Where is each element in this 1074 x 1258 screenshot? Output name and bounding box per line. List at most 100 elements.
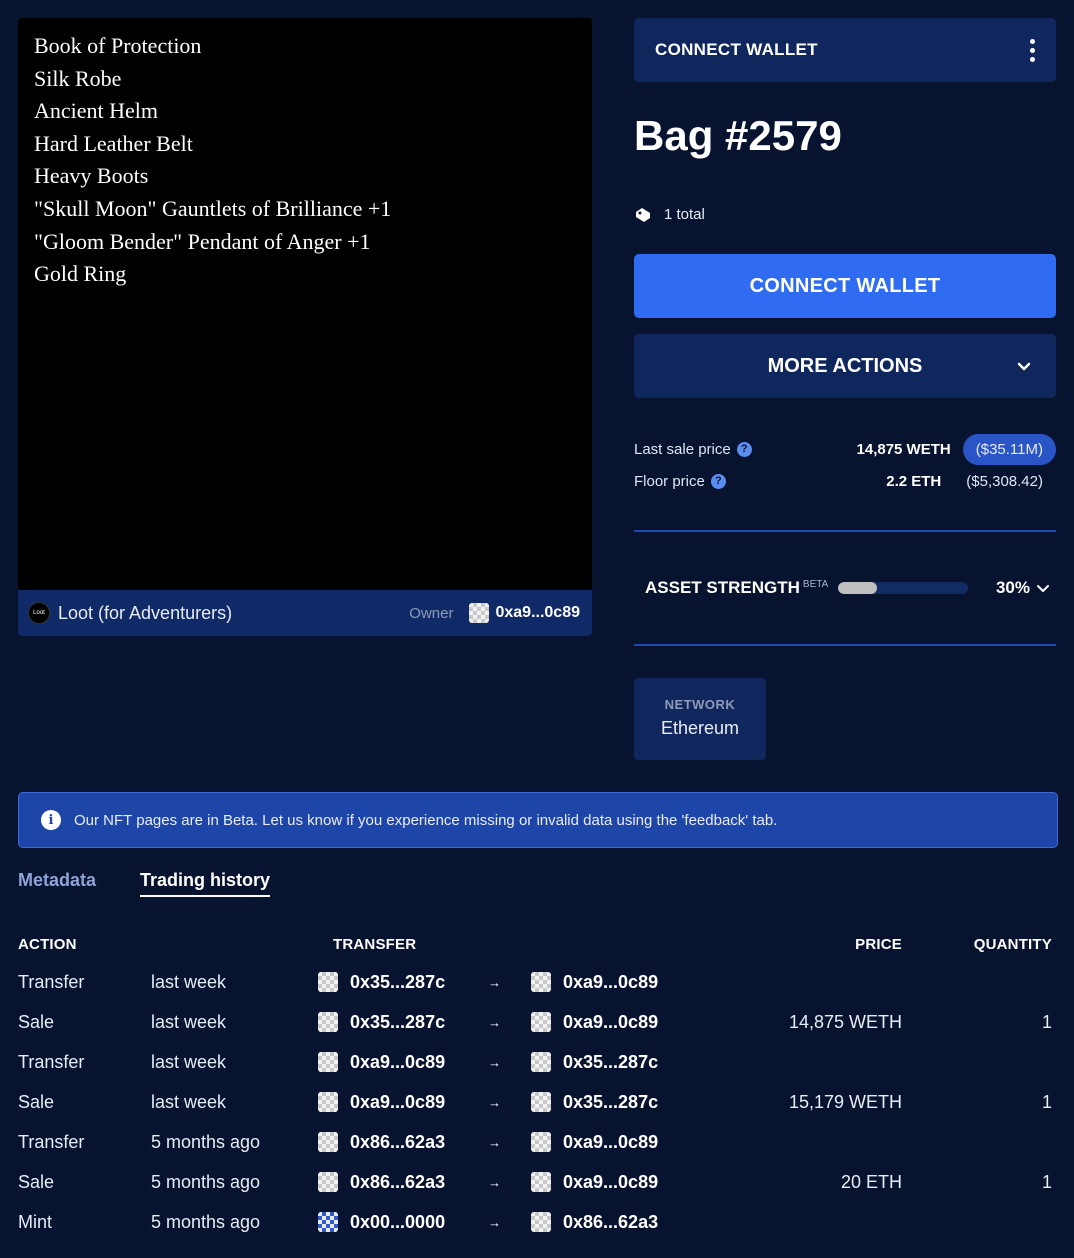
quantity-cell: 1: [1041, 1171, 1052, 1192]
floor-price-row: Floor price ? 2.2 ETH ($5,308.42): [634, 465, 1056, 497]
address-avatar-icon: [318, 1092, 338, 1112]
to-address[interactable]: 0x35...287c: [563, 1092, 658, 1113]
to-address[interactable]: 0xa9...0c89: [563, 1172, 658, 1193]
arrow-right-icon: →: [488, 974, 501, 990]
from-address[interactable]: 0x00...0000: [350, 1212, 445, 1233]
time-cell[interactable]: last week: [151, 1002, 226, 1042]
address-avatar-icon: [318, 1132, 338, 1152]
floor-price-label: Floor price: [634, 472, 705, 490]
connect-wallet-button[interactable]: CONNECT WALLET: [634, 254, 1056, 318]
floor-price-value: 2.2 ETH: [886, 472, 942, 490]
time-cell[interactable]: last week: [151, 962, 226, 1002]
nft-item: "Gloom Bender" Pendant of Anger +1: [34, 228, 371, 254]
tab-trading-history[interactable]: Trading history: [140, 870, 271, 897]
to-address-cell[interactable]: 0x86...62a3: [531, 1202, 658, 1242]
nft-card: Book of Protection Silk Robe Ancient Hel…: [18, 18, 592, 636]
arrow-right-icon: →: [488, 1054, 501, 1070]
to-address[interactable]: 0x86...62a3: [563, 1212, 658, 1233]
table-row: Sale 5 months ago 0x86...62a3 → 0xa9...0c89 2…: [0, 1162, 1074, 1202]
from-address[interactable]: 0x86...62a3: [350, 1132, 445, 1153]
arrow-right-icon: →: [488, 1134, 501, 1150]
time-cell[interactable]: 5 months ago: [151, 1122, 260, 1162]
collection-avatar[interactable]: Loot: [28, 602, 50, 624]
owner-avatar-icon: [469, 603, 490, 623]
column-header-price: PRICE: [855, 936, 902, 953]
asset-strength-toggle[interactable]: ASSET STRENGTH BETA 30%: [645, 576, 1050, 600]
nft-item: Silk Robe: [34, 65, 122, 91]
to-address-cell[interactable]: 0x35...287c: [531, 1082, 658, 1122]
from-address-cell[interactable]: 0x35...287c: [318, 1002, 445, 1042]
total-count: 1 total: [634, 206, 705, 223]
table-row: Transfer last week 0x35...287c → 0xa9...0c89: [0, 962, 1074, 1002]
from-address[interactable]: 0x86...62a3: [350, 1172, 445, 1193]
time-cell[interactable]: 5 months ago: [151, 1202, 260, 1242]
quantity-cell: 1: [1041, 1011, 1052, 1032]
last-sale-label: Last sale price: [634, 440, 731, 458]
nft-image[interactable]: Book of Protection Silk Robe Ancient Hel…: [18, 18, 592, 590]
collection-link[interactable]: Loot (for Adventurers): [58, 603, 232, 624]
action-cell: Sale: [18, 1171, 55, 1192]
more-actions-label: MORE ACTIONS: [767, 354, 923, 377]
to-address[interactable]: 0xa9...0c89: [563, 1012, 658, 1033]
topbar-connect-wallet-button[interactable]: CONNECT WALLET: [655, 40, 818, 60]
column-header-action: ACTION: [18, 936, 77, 953]
from-address-cell[interactable]: 0xa9...0c89: [318, 1082, 445, 1122]
more-options-icon[interactable]: [1030, 38, 1035, 62]
address-avatar-icon: [531, 1092, 551, 1112]
address-avatar-icon: [531, 972, 551, 992]
divider: [634, 530, 1056, 532]
table-row: Sale last week 0xa9...0c89 → 0x35...287c 15,1…: [0, 1082, 1074, 1122]
from-address[interactable]: 0x35...287c: [350, 1012, 445, 1033]
action-cell: Transfer: [18, 1051, 85, 1072]
help-icon[interactable]: ?: [736, 441, 752, 457]
asset-strength-percent: 30%: [995, 578, 1030, 597]
to-address-cell[interactable]: 0xa9...0c89: [531, 1002, 658, 1042]
to-address-cell[interactable]: 0x35...287c: [531, 1042, 658, 1082]
price-cell: 20 ETH: [840, 1171, 902, 1192]
address-avatar-icon: [318, 1172, 338, 1192]
time-cell[interactable]: 5 months ago: [151, 1162, 260, 1202]
help-icon[interactable]: ?: [710, 473, 726, 489]
from-address[interactable]: 0xa9...0c89: [350, 1092, 445, 1113]
tag-icon: [636, 207, 650, 222]
action-cell: Mint: [18, 1211, 53, 1232]
network-card: NETWORK Ethereum: [634, 678, 766, 760]
nft-item: Book of Protection: [34, 33, 202, 58]
address-avatar-icon: [318, 1012, 338, 1032]
last-sale-usd-badge: ($35.11M): [962, 433, 1056, 465]
address-avatar-icon: [531, 1012, 551, 1032]
chevron-down-icon: [1037, 585, 1049, 592]
table-row: Mint 5 months ago 0x00...0000 → 0x86...62a3: [0, 1202, 1074, 1242]
address-avatar-icon: [318, 1212, 338, 1232]
from-address-cell[interactable]: 0xa9...0c89: [318, 1042, 445, 1082]
to-address[interactable]: 0x35...287c: [563, 1052, 658, 1073]
to-address-cell[interactable]: 0xa9...0c89: [531, 1162, 658, 1202]
arrow-right-icon: →: [488, 1174, 501, 1190]
to-address[interactable]: 0xa9...0c89: [563, 1132, 658, 1153]
from-address-cell[interactable]: 0x86...62a3: [318, 1122, 445, 1162]
from-address[interactable]: 0xa9...0c89: [350, 1052, 445, 1073]
chevron-down-icon: [1017, 362, 1031, 371]
address-avatar-icon: [531, 1052, 551, 1072]
from-address-cell[interactable]: 0x00...0000: [318, 1202, 445, 1242]
more-actions-button[interactable]: MORE ACTIONS: [634, 334, 1056, 398]
to-address-cell[interactable]: 0xa9...0c89: [531, 1122, 658, 1162]
nft-footer: Loot Loot (for Adventurers) Owner 0xa9..…: [18, 590, 592, 636]
wallet-topbar: CONNECT WALLET: [634, 18, 1056, 82]
owner-address-link[interactable]: 0xa9...0c89: [495, 604, 580, 622]
from-address-cell[interactable]: 0x35...287c: [318, 962, 445, 1002]
to-address[interactable]: 0xa9...0c89: [563, 972, 658, 993]
table-row: Transfer 5 months ago 0x86...62a3 → 0xa9...0…: [0, 1122, 1074, 1162]
from-address-cell[interactable]: 0x86...62a3: [318, 1162, 445, 1202]
from-address[interactable]: 0x35...287c: [350, 972, 445, 993]
time-cell[interactable]: last week: [151, 1082, 226, 1122]
network-value: Ethereum: [660, 718, 740, 738]
address-avatar-icon: [318, 972, 338, 992]
info-icon: i: [41, 810, 61, 830]
quantity-cell: 1: [1041, 1091, 1052, 1112]
price-cell: 15,179 WETH: [788, 1091, 902, 1112]
action-cell: Sale: [18, 1091, 55, 1112]
to-address-cell[interactable]: 0xa9...0c89: [531, 962, 658, 1002]
tab-metadata[interactable]: Metadata: [18, 870, 96, 895]
time-cell[interactable]: last week: [151, 1042, 226, 1082]
